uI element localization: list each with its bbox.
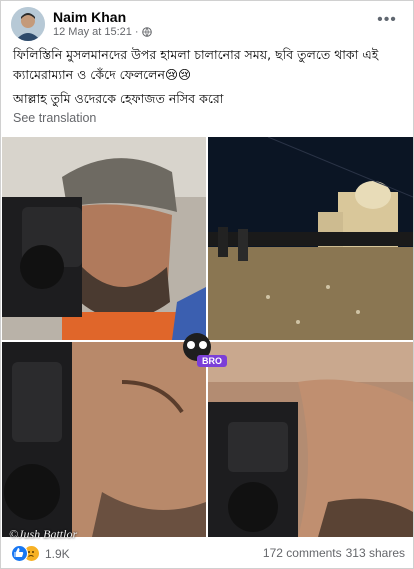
photo-clash-night-scene[interactable] <box>208 137 413 340</box>
facebook-post: Naim Khan 12 May at 15:21 · ••• ফিলিস্তি… <box>0 0 414 569</box>
post-footer: 1.9K 172 comments 313 shares <box>11 543 407 565</box>
bro-badge: BRO <box>179 331 229 369</box>
meta-separator: · <box>134 26 139 38</box>
photo-cameraman-profile-bottom-right[interactable] <box>208 342 413 537</box>
shares-count-link[interactable]: 313 shares <box>346 546 405 560</box>
image-watermark: ©Jush Battlor <box>9 527 78 541</box>
reactions-summary[interactable]: 1.9K <box>11 545 70 562</box>
like-reaction-icon <box>11 545 28 562</box>
photo-cameraman-closeup-bottom-left[interactable] <box>2 342 206 537</box>
comments-count-link[interactable]: 172 comments <box>263 546 342 560</box>
avatar[interactable] <box>11 7 45 41</box>
post-timestamp[interactable]: 12 May at 15:21 <box>53 26 132 38</box>
see-translation-link[interactable]: See translation <box>13 111 96 125</box>
photo-cameraman-crying-top-left[interactable] <box>2 137 206 340</box>
author-name[interactable]: Naim Khan <box>53 9 126 25</box>
post-text: ফিলিস্তিনি মুসলমানদের উপর হামলা চালানোর … <box>13 45 405 109</box>
engagement-stats: 172 comments 313 shares <box>263 546 405 560</box>
bro-badge-text: BRO <box>202 356 222 366</box>
more-icon[interactable]: ••• <box>375 12 399 31</box>
post-meta: 12 May at 15:21 · <box>53 26 152 38</box>
globe-icon <box>141 27 152 37</box>
post-text-line-2: আল্লাহ তুমি ওদেরকে হেফাজত নসিব করো <box>13 91 224 106</box>
reaction-count: 1.9K <box>45 546 70 561</box>
post-header: Naim Khan 12 May at 15:21 · ••• <box>11 7 407 43</box>
post-text-line-1: ফিলিস্তিনি মুসলমানদের উপর হামলা চালানোর … <box>13 47 379 82</box>
